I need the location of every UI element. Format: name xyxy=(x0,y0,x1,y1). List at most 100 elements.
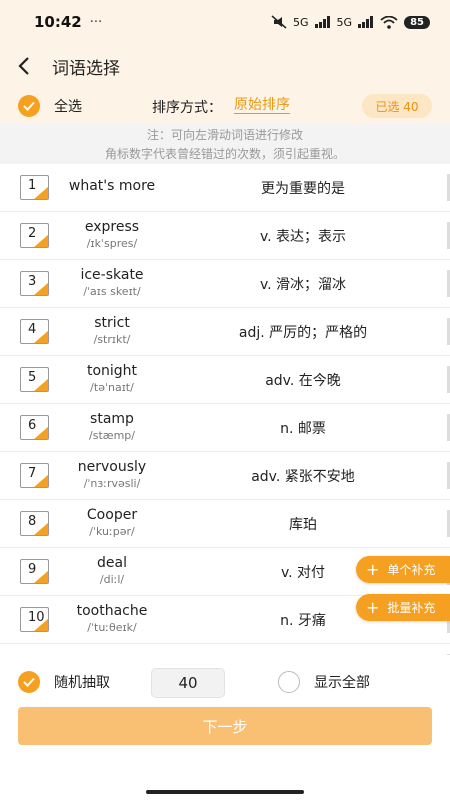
word-row[interactable]: 2 express/ɪkˈspres/v. 表达；表示 xyxy=(0,212,450,260)
unchecked-circle-icon xyxy=(278,671,300,693)
battery-level: 85 xyxy=(404,15,430,29)
network-type-label: 5G xyxy=(293,15,309,29)
word-meaning: n. 邮票 xyxy=(280,421,326,437)
word-meaning: v. 表达；表示 xyxy=(259,229,347,245)
word-row[interactable]: 1 what's more 更为重要的是 xyxy=(0,164,450,212)
word-checkbox[interactable]: 10 xyxy=(20,607,49,632)
status-right-icons: 5G 5G 85 xyxy=(271,15,430,29)
word-cell: stamp/stæmp/ xyxy=(56,411,168,442)
word-text: stamp xyxy=(90,411,134,427)
back-button[interactable] xyxy=(0,44,48,88)
bottom-action-bar: 随机抽取 显示全部 下一步 xyxy=(0,655,450,800)
hint-line-1: 注：可向左滑动词语进行修改 xyxy=(146,128,303,142)
single-supplement-label: 单个补充 xyxy=(387,563,436,577)
checked-circle-icon xyxy=(18,95,40,117)
word-row[interactable]: 6 stamp/stæmp/n. 邮票 xyxy=(0,404,450,452)
signal-icon xyxy=(314,16,330,28)
random-count-input[interactable] xyxy=(151,668,225,698)
sort-label: 排序方式： xyxy=(152,100,222,116)
word-checkbox[interactable]: 5 xyxy=(20,367,49,392)
word-text: deal xyxy=(97,555,127,571)
word-text: ice-skate xyxy=(80,267,144,283)
word-text: nervously xyxy=(77,459,147,475)
word-row[interactable]: 3 ice-skate/ˈaɪs skeɪt/v. 滑冰；溜冰 xyxy=(0,260,450,308)
show-all-toggle[interactable]: 显示全部 xyxy=(278,671,370,693)
word-meaning: 更为重要的是 xyxy=(261,181,345,197)
batch-supplement-button[interactable]: + 批量补充 xyxy=(356,594,450,621)
word-text: tonight xyxy=(86,363,138,379)
word-phonetic: /ɪkˈspres/ xyxy=(86,237,138,250)
select-all-label: 全选 xyxy=(54,99,82,115)
word-meaning: 库珀 xyxy=(289,517,317,533)
word-text: Cooper xyxy=(86,507,138,523)
word-phonetic: /ˈtuːθeɪk/ xyxy=(87,621,137,634)
word-text: strict xyxy=(94,315,130,331)
word-checkbox[interactable]: 8 xyxy=(20,511,49,536)
word-meaning: adj. 严厉的；严格的 xyxy=(238,325,368,341)
word-row[interactable]: 4 strict/strɪkt/adj. 严厉的；严格的 xyxy=(0,308,450,356)
random-pick-label: 随机抽取 xyxy=(54,675,110,691)
hint-line-2: 角标数字代表曾经错过的次数，须引起重视。 xyxy=(104,147,345,161)
word-checkbox[interactable]: 3 xyxy=(20,271,49,296)
word-meaning: adv. 在今晚 xyxy=(265,373,341,389)
batch-supplement-label: 批量补充 xyxy=(387,601,436,615)
status-bar: 10:42 ··· 5G 5G 85 xyxy=(0,0,450,44)
show-all-label: 显示全部 xyxy=(314,675,370,691)
word-row[interactable]: 8 Cooper/ˈkuːpər/库珀 xyxy=(0,500,450,548)
word-cell: toothache/ˈtuːθeɪk/ xyxy=(56,603,168,634)
word-meaning: v. 滑冰；溜冰 xyxy=(259,277,347,293)
word-meaning: adv. 紧张不安地 xyxy=(251,469,355,485)
word-checkbox[interactable]: 6 xyxy=(20,415,49,440)
signal-icon-2 xyxy=(358,16,374,28)
select-all-toggle[interactable]: 全选 xyxy=(18,95,82,117)
mistake-count: 3 xyxy=(28,274,37,289)
word-phonetic: /stæmp/ xyxy=(89,429,135,442)
mistake-count: 9 xyxy=(28,562,37,577)
word-cell: strict/strɪkt/ xyxy=(56,315,168,346)
word-row[interactable]: 7 nervously/ˈnɜːrvəsli/adv. 紧张不安地 xyxy=(0,452,450,500)
selected-count-badge: 已选 40 xyxy=(362,94,432,118)
sort-mode-selector[interactable]: 原始排序 xyxy=(234,97,290,114)
mistake-count: 1 xyxy=(28,178,37,193)
word-checkbox[interactable]: 7 xyxy=(20,463,49,488)
wifi-icon xyxy=(380,15,398,29)
word-phonetic: /ˈkuːpər/ xyxy=(89,525,135,538)
word-checkbox[interactable]: 2 xyxy=(20,223,49,248)
mistake-count: 6 xyxy=(28,418,37,433)
selection-toolbar: 全选 排序方式： 原始排序 已选 40 xyxy=(0,88,450,124)
network-type-label-2: 5G xyxy=(336,15,353,29)
word-cell: Cooper/ˈkuːpər/ xyxy=(56,507,168,538)
word-cell: tonight/təˈnaɪt/ xyxy=(56,363,168,394)
word-cell: deal/diːl/ xyxy=(56,555,168,586)
word-row[interactable]: 5 tonight/təˈnaɪt/adv. 在今晚 xyxy=(0,356,450,404)
word-cell: express/ɪkˈspres/ xyxy=(56,219,168,250)
checked-circle-icon xyxy=(18,671,40,693)
next-step-button[interactable]: 下一步 xyxy=(18,707,432,745)
word-text: toothache xyxy=(76,603,148,619)
word-phonetic: /diːl/ xyxy=(99,573,125,586)
word-text: what's more xyxy=(68,178,156,194)
word-checkbox[interactable]: 4 xyxy=(20,319,49,344)
page-title: 词语选择 xyxy=(52,58,120,79)
plus-icon: + xyxy=(366,559,380,579)
mistake-count: 5 xyxy=(28,370,37,385)
word-checkbox[interactable]: 1 xyxy=(20,175,49,200)
random-pick-toggle[interactable]: 随机抽取 xyxy=(18,671,110,693)
chevron-left-icon xyxy=(18,57,29,75)
word-text: express xyxy=(84,219,140,235)
word-phonetic: /ˈaɪs skeɪt/ xyxy=(83,285,141,298)
page-header: 词语选择 xyxy=(0,44,450,88)
home-indicator[interactable] xyxy=(146,790,304,794)
word-phonetic: /ˈnɜːrvəsli/ xyxy=(83,477,141,490)
single-supplement-button[interactable]: + 单个补充 xyxy=(356,556,450,583)
word-cell: nervously/ˈnɜːrvəsli/ xyxy=(56,459,168,490)
hint-note: 注：可向左滑动词语进行修改 角标数字代表曾经错过的次数，须引起重视。 xyxy=(0,124,450,164)
word-phonetic: /təˈnaɪt/ xyxy=(90,381,134,394)
mute-icon xyxy=(271,15,287,29)
status-time: 10:42 xyxy=(34,13,82,31)
word-cell: ice-skate/ˈaɪs skeɪt/ xyxy=(56,267,168,298)
mistake-count: 8 xyxy=(28,514,37,529)
word-row[interactable]: 11themselves xyxy=(0,644,450,655)
word-checkbox[interactable]: 9 xyxy=(20,559,49,584)
word-phonetic: /strɪkt/ xyxy=(93,333,131,346)
